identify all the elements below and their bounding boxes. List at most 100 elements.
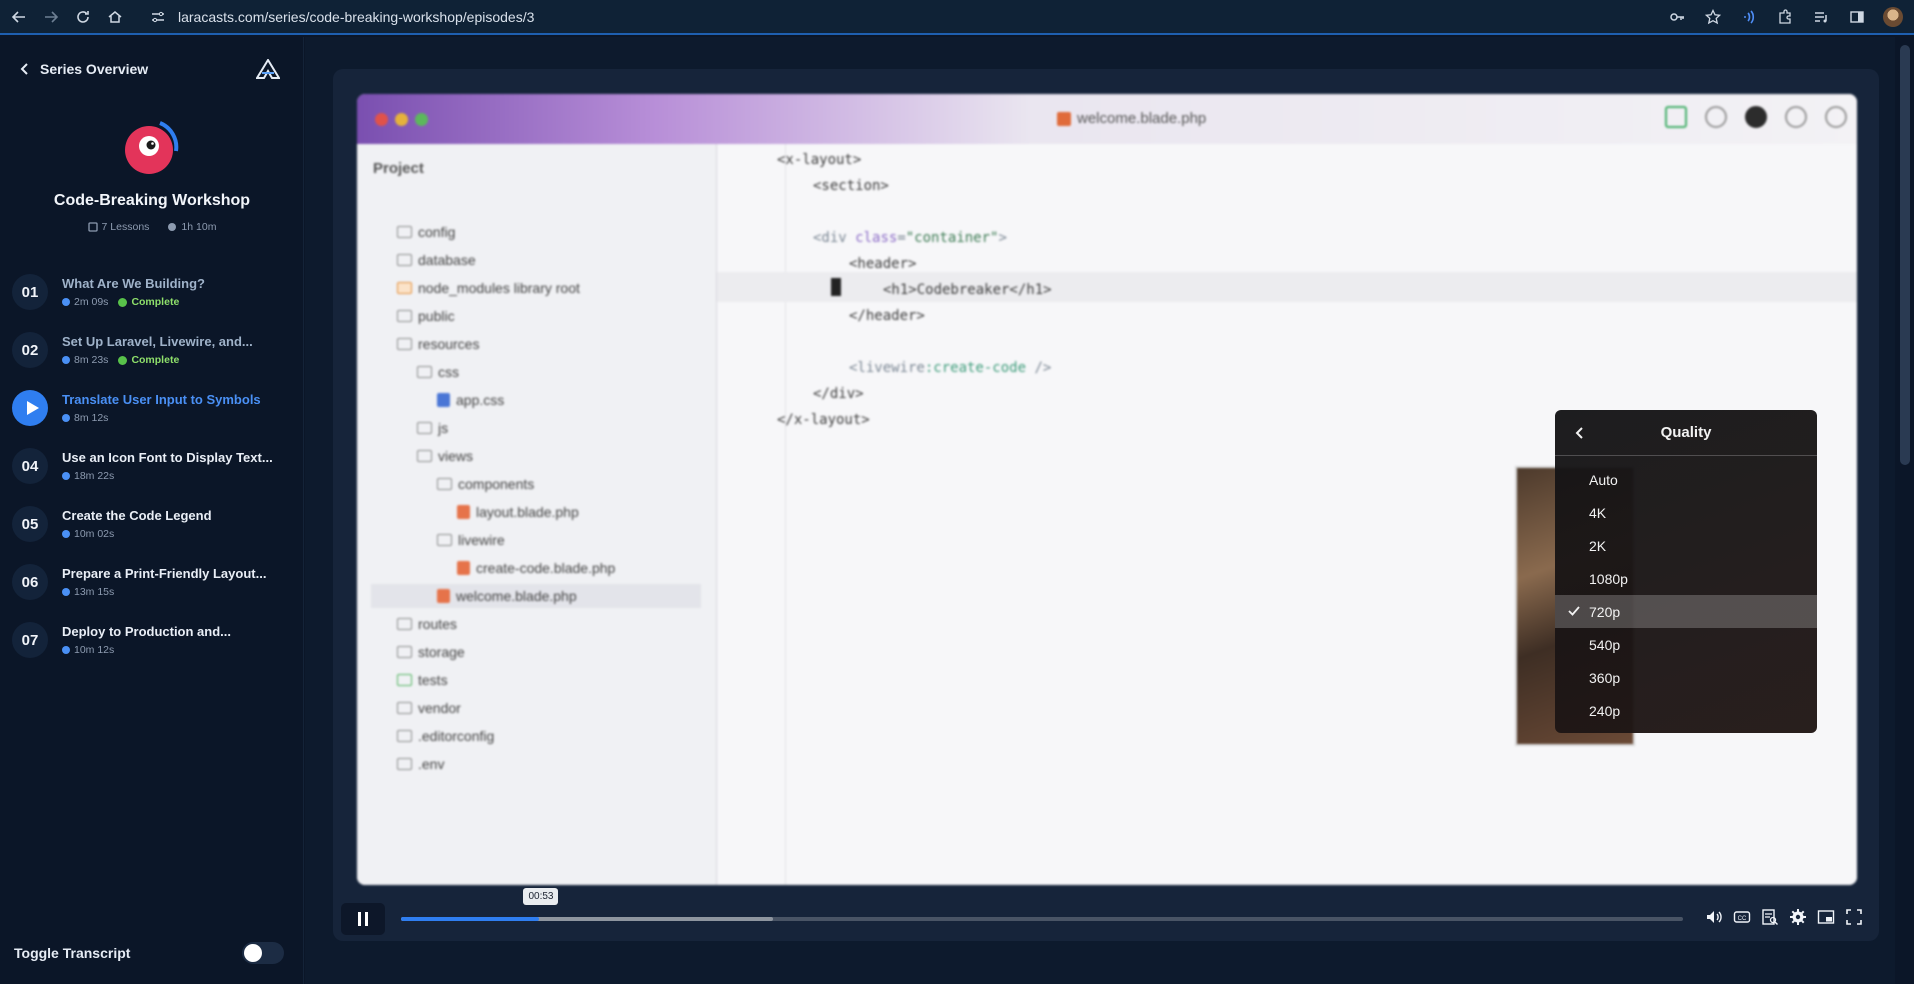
lesson-item-01[interactable]: 01 What Are We Building? 2m 09s Complete	[0, 270, 304, 328]
folder-icon	[417, 450, 432, 462]
site-settings-icon[interactable]	[150, 9, 166, 25]
lesson-item-04[interactable]: 04 Use an Icon Font to Display Text... 1…	[0, 444, 304, 502]
tree-label: routes	[418, 616, 457, 632]
extensions-icon[interactable]	[1774, 6, 1796, 28]
gear-icon	[397, 730, 412, 742]
tree-folder: js	[417, 420, 448, 436]
lesson-item-05[interactable]: 05 Create the Code Legend 10m 02s	[0, 502, 304, 560]
lessons-count-text: 7 Lessons	[101, 221, 150, 233]
progress-bar[interactable]: 00:53	[401, 888, 1683, 923]
folder-icon	[417, 366, 432, 378]
series-mascot-icon	[125, 121, 179, 174]
quality-option-240p[interactable]: 240p	[1555, 694, 1817, 727]
page-scrollbar[interactable]	[1896, 37, 1914, 984]
laracasts-logo-icon[interactable]	[256, 59, 280, 79]
tree-folder: css	[417, 364, 459, 380]
checkmark-icon	[1568, 606, 1580, 616]
captions-icon[interactable]: CC	[1733, 908, 1751, 926]
quality-option-4k[interactable]: 4K	[1555, 496, 1817, 529]
check-circle-icon	[118, 297, 128, 307]
quality-option-540p[interactable]: 540p	[1555, 628, 1817, 661]
lesson-duration-text: 18m 22s	[74, 470, 115, 482]
copilot-icon	[1745, 106, 1767, 128]
folder-icon	[397, 282, 412, 294]
code-token: <div	[813, 230, 856, 246]
quality-option-label: 1080p	[1589, 570, 1628, 587]
code-token: class	[855, 230, 898, 246]
series-overview-link[interactable]: Series Overview	[18, 61, 148, 77]
code-token: >	[998, 230, 1007, 246]
tree-label: components	[458, 476, 535, 492]
code-token: />	[1026, 360, 1052, 376]
lesson-item-07[interactable]: 07 Deploy to Production and... 10m 12s	[0, 618, 304, 676]
profile-avatar[interactable]	[1882, 6, 1904, 28]
clock-icon	[168, 223, 177, 231]
folder-icon	[397, 338, 412, 350]
forward-arrow-icon[interactable]	[38, 4, 64, 30]
side-panel-icon[interactable]	[1846, 6, 1868, 28]
lesson-duration-text: 8m 12s	[74, 412, 109, 424]
pause-button[interactable]	[341, 903, 385, 935]
tree-label: app.css	[456, 392, 505, 408]
series-title: Code-Breaking Workshop	[53, 192, 251, 209]
progress-played	[401, 917, 540, 921]
lesson-title: Use an Icon Font to Display Text...	[62, 450, 273, 465]
tree-label: welcome.blade.php	[456, 588, 577, 604]
lesson-item-06[interactable]: 06 Prepare a Print-Friendly Layout... 13…	[0, 560, 304, 618]
picture-in-picture-icon[interactable]	[1817, 908, 1835, 926]
quality-option-2k[interactable]: 2K	[1555, 529, 1817, 562]
quality-menu: Quality Auto 4K 2K 1080p 720p 540p 360p …	[1555, 410, 1817, 733]
folder-icon	[397, 254, 412, 266]
transcript-toggle-row: Toggle Transcript	[14, 942, 284, 964]
window-minimize-dot	[395, 113, 408, 126]
chevron-left-icon[interactable]	[1571, 424, 1589, 442]
tree-folder: views	[417, 448, 473, 464]
lesson-title: Translate User Input to Symbols	[62, 392, 261, 407]
transcript-search-icon[interactable]	[1761, 908, 1779, 926]
key-icon[interactable]	[1666, 6, 1688, 28]
home-icon[interactable]	[102, 4, 128, 30]
tree-label: .env	[418, 756, 445, 772]
quality-option-720p[interactable]: 720p	[1555, 595, 1817, 628]
tree-label: css	[438, 364, 459, 380]
tree-folder: routes	[397, 616, 457, 632]
blade-file-icon	[437, 589, 450, 603]
bookmark-star-icon[interactable]	[1702, 6, 1724, 28]
scrollbar-thumb[interactable]	[1900, 45, 1910, 465]
lesson-duration-text: 10m 12s	[74, 644, 115, 656]
url-text: laracasts.com/series/code-breaking-works…	[178, 9, 535, 25]
media-control-icon[interactable]	[1810, 6, 1832, 28]
settings-gear-icon[interactable]	[1789, 908, 1807, 926]
svg-text:CC: CC	[1738, 916, 1747, 922]
tree-folder: config	[397, 224, 455, 240]
quality-option-auto[interactable]: Auto	[1555, 463, 1817, 496]
clock-icon	[62, 646, 70, 654]
now-playing-indicator	[12, 390, 48, 426]
address-bar[interactable]: laracasts.com/series/code-breaking-works…	[150, 4, 1650, 30]
lesson-duration: 10m 02s	[62, 528, 114, 540]
quality-option-1080p[interactable]: 1080p	[1555, 562, 1817, 595]
tree-folder: resources	[397, 336, 479, 352]
lesson-item-02[interactable]: 02 Set Up Laravel, Livewire, and... 8m 2…	[0, 328, 304, 386]
back-arrow-icon[interactable]	[6, 4, 32, 30]
transcript-toggle[interactable]	[242, 942, 284, 964]
reload-icon[interactable]	[70, 4, 96, 30]
fullscreen-icon[interactable]	[1845, 908, 1863, 926]
tree-file-selected: welcome.blade.php	[371, 584, 701, 608]
code-line: </div>	[813, 386, 864, 402]
lesson-number: 06	[12, 564, 48, 600]
tree-label: livewire	[458, 532, 505, 548]
tree-folder: node_modules library root	[397, 280, 580, 296]
user-icon	[1705, 106, 1727, 128]
volume-icon[interactable]	[1705, 908, 1723, 926]
audio-playing-icon[interactable]	[1738, 6, 1760, 28]
quality-menu-title: Quality	[1660, 424, 1712, 441]
lessons-count: 7 Lessons	[87, 221, 150, 233]
lesson-item-03[interactable]: Translate User Input to Symbols 8m 12s	[0, 386, 304, 444]
tree-label: node_modules library root	[418, 280, 580, 296]
quality-option-360p[interactable]: 360p	[1555, 661, 1817, 694]
folder-icon	[397, 674, 412, 686]
clock-icon	[62, 530, 70, 538]
folder-icon	[417, 422, 432, 434]
lesson-duration: 18m 22s	[62, 470, 114, 482]
